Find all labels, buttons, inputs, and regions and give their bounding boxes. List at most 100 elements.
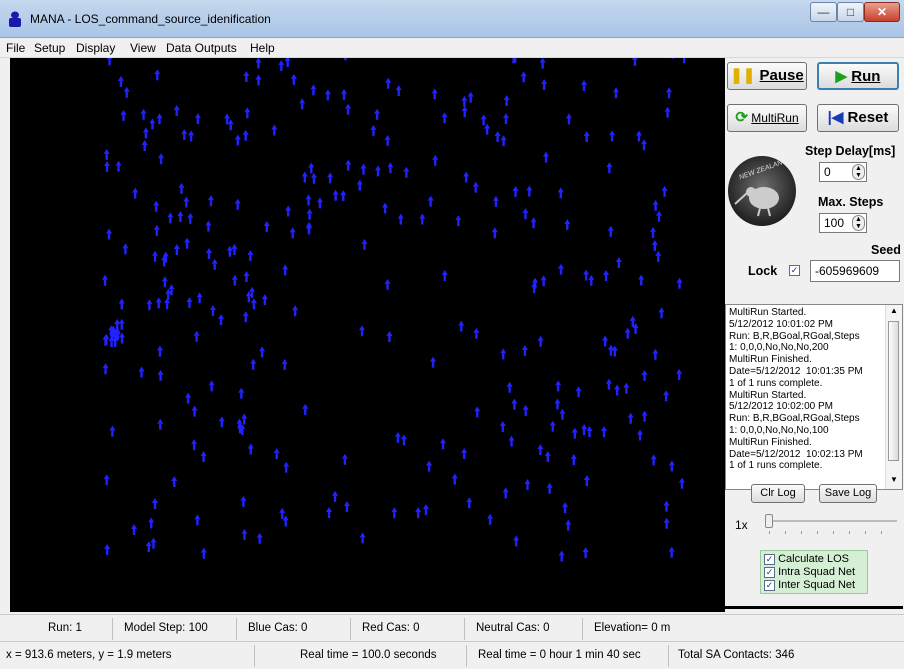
agent-icon [652, 348, 659, 360]
app-icon [9, 11, 21, 27]
agent-icon [472, 181, 479, 193]
scroll-down-icon[interactable]: ▼ [890, 475, 898, 484]
save-log-button[interactable]: Save Log [819, 484, 877, 503]
agent-icon [650, 454, 657, 466]
calculate-los-checkbox[interactable]: ✓ [764, 553, 775, 565]
clear-log-button[interactable]: Clr Log [751, 484, 805, 503]
menu-setup[interactable]: Setup [34, 41, 65, 55]
agent-icon [635, 130, 642, 142]
agent-icon [332, 189, 339, 201]
agent-icon [102, 363, 109, 375]
agent-icon [492, 195, 499, 207]
agent-icon [255, 74, 262, 86]
scroll-up-icon[interactable]: ▲ [890, 306, 898, 315]
multirun-button[interactable]: ⟳ MultiRun [727, 104, 807, 132]
menu-data-outputs[interactable]: Data Outputs [166, 41, 237, 55]
agent-icon [461, 95, 468, 107]
log-scrollbar[interactable]: ▲ ▼ [885, 305, 902, 489]
agent-icon [226, 245, 233, 257]
agent-icon [306, 208, 313, 220]
agent-icon [142, 127, 149, 139]
agent-icon [158, 153, 165, 165]
agent-icon [154, 69, 161, 81]
run-button[interactable]: ▶ Run [817, 62, 899, 90]
agent-icon [131, 523, 138, 535]
speed-slider[interactable] [765, 514, 899, 538]
agent-icon [167, 212, 174, 224]
nz-logo: NEW ZEALAND [728, 156, 796, 226]
status-separator [254, 645, 255, 667]
agent-icon [345, 103, 352, 115]
agent-icon [546, 482, 553, 494]
agent-icon [441, 112, 448, 124]
pause-button[interactable]: ❚❚ Pause [727, 62, 807, 90]
agent-icon [422, 504, 429, 516]
status-bar-bottom: x = 913.6 meters, y = 1.9 meters Real ti… [0, 641, 904, 669]
maximize-button[interactable]: □ [837, 2, 864, 22]
agent-icon [157, 369, 164, 381]
status-elevation: Elevation= 0 m [594, 622, 671, 634]
lock-checkbox[interactable]: ✓ [789, 265, 800, 276]
agent-icon [565, 519, 572, 531]
status-run: Run: 1 [48, 622, 82, 634]
agent-icon [106, 58, 113, 66]
agent-icon [499, 420, 506, 432]
agent-icon [308, 162, 315, 174]
agent-icon [156, 345, 163, 357]
inter-squad-net-option[interactable]: ✓ Inter Squad Net [764, 579, 864, 592]
slider-track [767, 520, 897, 522]
agent-icon [565, 113, 572, 125]
menu-display[interactable]: Display [76, 41, 115, 55]
agent-icon [145, 541, 152, 553]
agent-icon [484, 123, 491, 135]
agent-icon [341, 453, 348, 465]
agent-icon [345, 159, 352, 171]
agent-icon [463, 171, 470, 183]
agent-icon [583, 131, 590, 143]
close-button[interactable]: ✕ [864, 2, 900, 22]
max-steps-spinner[interactable]: ▲ ▼ [852, 215, 865, 231]
agent-icon [181, 128, 188, 140]
agent-icon [299, 98, 306, 110]
agent-icon [391, 507, 398, 519]
menu-view[interactable]: View [130, 41, 156, 55]
lock-label: Lock [748, 264, 778, 278]
step-delay-label: Step Delay[ms] [805, 144, 896, 158]
agent-icon [164, 298, 171, 310]
intra-squad-net-checkbox[interactable]: ✓ [764, 566, 775, 578]
menu-help[interactable]: Help [250, 41, 275, 55]
seed-input[interactable]: -605969609 [810, 260, 900, 282]
calculate-los-option[interactable]: ✓ Calculate LOS [764, 553, 864, 566]
status-separator [464, 618, 465, 640]
inter-squad-net-checkbox[interactable]: ✓ [764, 579, 775, 591]
simulation-canvas[interactable] [10, 58, 725, 612]
agent-icon [615, 256, 622, 268]
calculate-los-label: Calculate LOS [778, 553, 849, 565]
agent-icon [571, 427, 578, 439]
agent-icon [374, 108, 381, 120]
agent-icon [671, 58, 675, 59]
agent-icon [194, 113, 201, 125]
agent-icon [103, 148, 110, 160]
menu-file[interactable]: File [6, 41, 25, 55]
slider-thumb[interactable] [765, 514, 773, 528]
minimize-button[interactable]: — [810, 2, 837, 22]
agent-icon [244, 107, 251, 119]
scroll-thumb[interactable] [888, 321, 899, 461]
agent-icon [466, 497, 473, 509]
run-log[interactable]: MultiRun Started. 5/12/2012 10:01:02 PM … [725, 304, 903, 490]
agent-icon [614, 384, 621, 396]
agent-icon [316, 197, 323, 209]
agent-icon [655, 250, 662, 262]
max-steps-input[interactable]: 100 ▲ ▼ [819, 213, 867, 233]
agent-icon [461, 106, 468, 118]
agent-icon [431, 88, 438, 100]
agent-icon [605, 378, 612, 390]
step-delay-spinner[interactable]: ▲ ▼ [852, 164, 865, 180]
agent-icon [242, 311, 249, 323]
reset-button[interactable]: |◀ Reset [817, 104, 899, 132]
intra-squad-net-option[interactable]: ✓ Intra Squad Net [764, 566, 864, 579]
agent-icon [186, 296, 193, 308]
agent-icon [171, 476, 178, 488]
step-delay-input[interactable]: 0 ▲ ▼ [819, 162, 867, 182]
